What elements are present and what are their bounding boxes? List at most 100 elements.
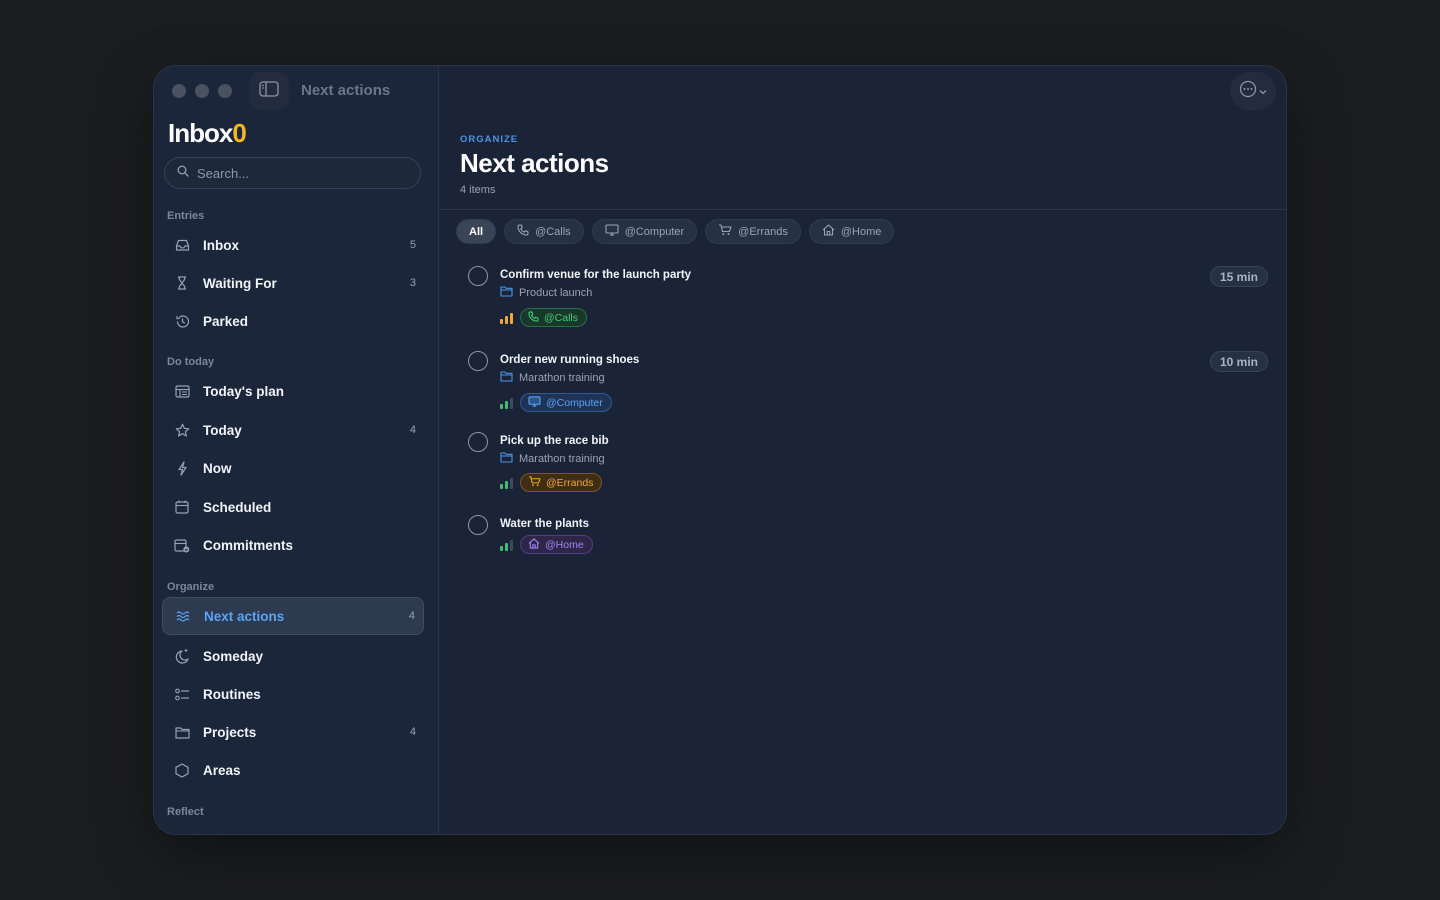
sidebar-toggle-button[interactable] <box>249 72 289 110</box>
sidebar-item-next-actions[interactable]: Next actions 4 <box>162 597 424 635</box>
sidebar-item-routines[interactable]: Routines <box>162 675 424 713</box>
sidebar-item-projects[interactable]: Projects 4 <box>162 713 424 751</box>
checklist-icon <box>174 686 190 702</box>
zoom-window-button[interactable] <box>218 84 232 98</box>
task-project: Product launch <box>500 286 592 300</box>
tag-label: @Errands <box>546 476 594 489</box>
task-meta: @Calls <box>500 308 587 327</box>
page-title: Next actions <box>460 148 609 178</box>
context-tag-errands[interactable]: @Errands <box>520 473 603 492</box>
energy-bar <box>505 542 508 551</box>
task-meta: @Home <box>500 535 593 554</box>
waves-icon <box>175 608 191 624</box>
energy-bar <box>510 397 513 409</box>
task-checkbox[interactable] <box>468 266 488 286</box>
bolt-icon <box>174 460 190 476</box>
folder-icon <box>500 452 513 466</box>
section-label-organize: Organize <box>167 581 215 593</box>
sidebar-item-commitments[interactable]: Commitments <box>162 526 424 564</box>
sidebar-item-scheduled[interactable]: Scheduled <box>162 488 424 526</box>
filter-chip-home[interactable]: @Home <box>808 219 895 244</box>
sidebar-item-label: Today's plan <box>203 383 284 399</box>
house-icon <box>822 224 835 239</box>
task-project: Marathon training <box>500 371 605 385</box>
sidebar-item-label: Areas <box>203 762 241 778</box>
filter-label: @Home <box>840 225 882 238</box>
context-tag-home[interactable]: @Home <box>520 535 593 554</box>
phone-icon <box>517 224 529 239</box>
calendar-icon <box>174 499 190 515</box>
search-box[interactable] <box>164 157 421 189</box>
sidebar-item-label: Next actions <box>204 608 285 624</box>
duration-badge: 10 min <box>1209 351 1268 372</box>
sidebar-item-today[interactable]: Today 4 <box>162 411 424 449</box>
history-icon <box>174 313 190 329</box>
section-label-do-today: Do today <box>167 356 215 368</box>
sidebar-item-label: Commitments <box>203 537 294 553</box>
folder-icon <box>500 371 513 385</box>
energy-bar <box>500 403 503 409</box>
sidebar-item-label: Waiting For <box>203 275 277 291</box>
sidebar-item-count: 4 <box>409 424 416 436</box>
app-logo: Inbox0 <box>168 118 247 148</box>
task-checkbox[interactable] <box>468 432 488 452</box>
energy-level-indicator <box>500 397 513 409</box>
sidebar: Inbox0 Entries Inbox 5 Waiting For 3 Par… <box>154 66 439 834</box>
sidebar-item-count: 3 <box>409 277 416 289</box>
task-meta: @Errands <box>500 473 603 492</box>
sidebar-item-waiting-for[interactable]: Waiting For 3 <box>162 264 424 302</box>
task-meta: @Computer <box>500 393 612 412</box>
cart-icon <box>718 224 732 239</box>
task-title: Order new running shoes <box>500 354 640 366</box>
tag-label: @Home <box>545 538 584 551</box>
phone-icon <box>528 310 539 325</box>
energy-level-indicator <box>500 477 513 489</box>
energy-bar <box>505 400 508 409</box>
close-window-button[interactable] <box>172 84 186 98</box>
sidebar-item-label: Routines <box>203 686 261 702</box>
energy-bar <box>505 480 508 489</box>
energy-bar <box>500 545 503 551</box>
sidebar-item-now[interactable]: Now <box>162 449 424 487</box>
sidebar-item-label: Today <box>203 422 242 438</box>
duration-badge: 15 min <box>1209 266 1268 287</box>
task-checkbox[interactable] <box>468 351 488 371</box>
tag-label: @Computer <box>546 396 603 409</box>
monitor-icon <box>605 224 619 239</box>
inbox-icon <box>174 237 190 253</box>
tag-label: @Calls <box>544 311 578 324</box>
filter-chip-all[interactable]: All <box>456 219 497 244</box>
sidebar-item-label: Scheduled <box>203 499 272 515</box>
star-icon <box>174 422 190 438</box>
sidebar-item-todays-plan[interactable]: Today's plan <box>162 372 424 410</box>
section-label-entries: Entries <box>167 210 205 222</box>
minimize-window-button[interactable] <box>195 84 209 98</box>
search-input[interactable] <box>197 165 397 181</box>
app-window: Inbox0 Entries Inbox 5 Waiting For 3 Par… <box>154 66 1286 834</box>
energy-bar <box>510 539 513 551</box>
cart-icon <box>528 475 541 490</box>
sidebar-item-label: Parked <box>203 313 249 329</box>
energy-bar <box>500 483 503 489</box>
calendar-check-icon <box>174 537 190 553</box>
filter-chip-errands[interactable]: @Errands <box>705 219 801 244</box>
sidebar-item-areas[interactable]: Areas <box>162 751 424 789</box>
energy-level-indicator <box>500 312 513 324</box>
task-checkbox[interactable] <box>468 515 488 535</box>
sidebar-icon <box>259 80 279 102</box>
sidebar-item-someday[interactable]: Someday <box>162 637 424 675</box>
page-eyebrow: ORGANIZE <box>460 134 519 145</box>
context-tag-calls[interactable]: @Calls <box>520 308 587 327</box>
filter-label: @Calls <box>535 225 571 238</box>
filter-chip-computer[interactable]: @Computer <box>591 219 698 244</box>
task-title: Pick up the race bib <box>500 435 609 447</box>
filter-chip-calls[interactable]: @Calls <box>504 219 584 244</box>
moon-icon <box>174 648 190 664</box>
energy-bar <box>505 315 508 324</box>
folder-icon <box>500 286 513 300</box>
search-icon <box>177 164 189 182</box>
sidebar-item-inbox[interactable]: Inbox 5 <box>162 226 424 264</box>
context-tag-computer[interactable]: @Computer <box>520 393 612 412</box>
sidebar-item-parked[interactable]: Parked <box>162 302 424 340</box>
filter-label: @Errands <box>738 225 788 238</box>
